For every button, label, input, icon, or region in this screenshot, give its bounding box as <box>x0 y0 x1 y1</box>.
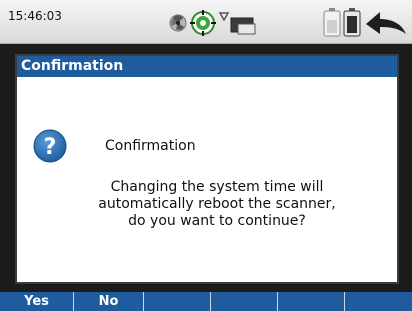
clock-time: 15:46:03 <box>8 9 62 23</box>
dialog-heading: Confirmation <box>105 138 196 154</box>
softkey-4[interactable] <box>211 292 278 311</box>
back-arrow-icon[interactable] <box>366 12 406 34</box>
svg-text:?: ? <box>44 135 57 160</box>
softkey-3[interactable] <box>144 292 211 311</box>
softkey-5[interactable] <box>278 292 345 311</box>
battery-icon <box>323 8 341 37</box>
no-button[interactable]: No <box>74 292 144 311</box>
question-icon: ? <box>33 129 67 163</box>
fan-icon <box>169 14 187 32</box>
signal-icon <box>218 12 230 22</box>
yes-button[interactable]: Yes <box>0 292 74 311</box>
status-icons <box>169 10 256 36</box>
battery-icon <box>343 8 361 37</box>
status-right-icons <box>323 8 406 37</box>
dialog-title: Confirmation <box>21 58 124 74</box>
confirmation-dialog: Confirmation ? Confirmation Changing the… <box>15 54 399 284</box>
dialog-title-bar: Confirmation <box>17 56 397 77</box>
softkey-6[interactable] <box>345 292 412 311</box>
dialog-message: Changing the system time will automatica… <box>98 179 336 229</box>
card-icon <box>230 17 256 35</box>
status-bar: 15:46:03 <box>0 0 412 44</box>
gps-target-icon <box>190 10 216 36</box>
softkey-bar: Yes No <box>0 292 412 311</box>
